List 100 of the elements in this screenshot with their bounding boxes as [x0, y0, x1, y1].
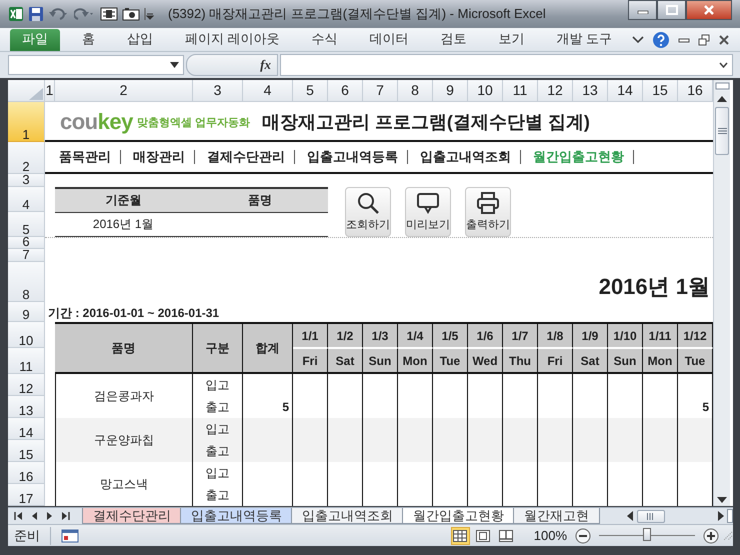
sheet-tab[interactable]: 입출고내역조회 — [291, 508, 404, 524]
table-cell — [468, 440, 503, 462]
row-header[interactable]: 17 — [8, 484, 45, 506]
ribbon-collapse-icon[interactable] — [632, 35, 644, 46]
split-handle-icon[interactable] — [727, 509, 733, 524]
row-header[interactable]: 3 — [8, 174, 45, 188]
ribbon-tab[interactable]: 페이지 레이아웃 — [169, 29, 296, 52]
last-sheet-icon[interactable] — [61, 512, 70, 520]
sheet-tab[interactable]: 입출고내역등록 — [180, 508, 293, 524]
table-cell — [293, 440, 328, 462]
weekday-header: Sat — [573, 348, 608, 374]
scroll-right-icon[interactable] — [717, 511, 724, 522]
column-header[interactable]: 6 — [328, 80, 363, 102]
normal-view-button[interactable] — [450, 526, 470, 545]
column-header[interactable]: 14 — [608, 80, 643, 102]
row-header[interactable]: 5 — [8, 212, 45, 238]
row-header[interactable]: 14 — [8, 418, 45, 440]
nav-link[interactable]: 결제수단관리 — [207, 148, 294, 166]
zoom-slider-thumb[interactable] — [643, 528, 651, 542]
nav-link[interactable]: 입출고내역조회 — [420, 148, 520, 166]
sheet-record-icon[interactable] — [61, 528, 79, 544]
close-icon[interactable] — [718, 34, 730, 46]
column-header[interactable]: 16 — [678, 80, 713, 102]
close-button[interactable] — [686, 0, 732, 20]
sheet-tab[interactable]: 월간입출고현황 — [402, 508, 515, 524]
zoom-out-icon[interactable] — [575, 528, 591, 544]
scroll-thumb[interactable] — [637, 510, 665, 523]
row-header[interactable]: 12 — [8, 374, 45, 396]
column-header[interactable]: 13 — [573, 80, 608, 102]
column-header[interactable]: 8 — [398, 80, 433, 102]
table-cell — [433, 440, 468, 462]
next-sheet-icon[interactable] — [46, 512, 53, 520]
ribbon-tab[interactable]: 데이터 — [354, 29, 425, 52]
nav-link[interactable]: 입출고내역등록 — [307, 148, 407, 166]
restore-icon[interactable] — [698, 34, 710, 46]
date-header: 1/11 — [643, 322, 678, 348]
expand-icon[interactable] — [719, 62, 728, 68]
row-header[interactable]: 2 — [8, 142, 45, 174]
save-icon[interactable] — [28, 6, 44, 22]
undo-icon[interactable] — [48, 6, 70, 22]
split-handle-icon[interactable] — [714, 82, 730, 90]
ribbon-tab[interactable]: 보기 — [482, 29, 541, 52]
print-button[interactable]: 출력하기 — [465, 186, 511, 237]
scroll-down-icon[interactable] — [717, 497, 727, 504]
ribbon-tab[interactable]: 홈 — [66, 29, 111, 52]
row-header[interactable]: 4 — [8, 187, 45, 212]
row-header[interactable]: 16 — [8, 462, 45, 484]
scroll-up-icon[interactable] — [717, 95, 727, 102]
sheet-tab[interactable]: 결제수단관리 — [82, 508, 182, 524]
resize-grip-icon[interactable] — [723, 530, 733, 541]
previous-sheet-icon[interactable] — [31, 512, 38, 520]
search-icon — [356, 191, 380, 216]
row-header[interactable]: 13 — [8, 396, 45, 418]
sheet-tab[interactable]: 월간재고현 — [513, 508, 600, 524]
file-tab[interactable]: 파일 — [10, 29, 60, 52]
nav-link[interactable]: 매장관리 — [133, 148, 194, 166]
preview-button[interactable]: 미리보기 — [405, 186, 451, 237]
column-header[interactable]: 10 — [468, 80, 503, 102]
first-sheet-icon[interactable] — [14, 512, 23, 520]
ribbon-tab[interactable]: 검토 — [424, 29, 483, 52]
column-header[interactable]: 5 — [293, 80, 328, 102]
help-icon[interactable] — [652, 31, 670, 50]
minimize-button[interactable] — [628, 0, 657, 20]
column-header[interactable]: 3 — [193, 80, 243, 102]
row-header[interactable]: 15 — [8, 440, 45, 462]
row-header[interactable]: 8 — [8, 262, 45, 302]
row-header[interactable]: 6 — [8, 237, 45, 250]
row-header[interactable]: 10 — [8, 322, 45, 348]
column-header[interactable]: 11 — [503, 80, 538, 102]
column-header[interactable]: 4 — [243, 80, 293, 102]
table-cell — [243, 418, 293, 440]
excel-icon[interactable] — [8, 6, 24, 22]
ribbon-tab[interactable]: 개발 도구 — [540, 29, 628, 52]
dropdown-icon[interactable] — [170, 62, 179, 68]
row-header[interactable]: 9 — [8, 302, 45, 322]
scroll-thumb[interactable] — [715, 107, 729, 156]
customize-icon[interactable] — [144, 6, 154, 22]
nav-link[interactable]: 품목관리 — [59, 148, 120, 166]
column-header[interactable]: 12 — [538, 80, 573, 102]
insert-function-button[interactable]: fx — [186, 54, 278, 76]
row-header[interactable]: 1 — [8, 102, 45, 142]
zoom-in-icon[interactable] — [703, 528, 719, 544]
ribbon-tab[interactable]: 삽입 — [111, 29, 169, 52]
formula-field[interactable] — [280, 54, 733, 76]
maximize-button[interactable] — [657, 0, 686, 20]
form-icon[interactable] — [100, 6, 118, 22]
month-field[interactable]: 2016년 1월 — [55, 216, 192, 234]
column-header[interactable]: 15 — [643, 80, 678, 102]
zoom-level[interactable]: 100% — [534, 528, 567, 544]
scroll-left-icon[interactable] — [627, 511, 634, 522]
column-header[interactable]: 7 — [363, 80, 398, 102]
search-button[interactable]: 조회하기 — [345, 186, 391, 237]
column-header[interactable]: 2 — [55, 80, 193, 102]
ribbon-tab[interactable]: 수식 — [296, 29, 354, 52]
column-header[interactable]: 9 — [433, 80, 468, 102]
date-header: 1/7 — [503, 322, 538, 348]
camera-icon[interactable] — [122, 6, 140, 22]
column-header[interactable]: 1 — [45, 80, 55, 102]
row-header[interactable]: 11 — [8, 348, 45, 374]
row-header[interactable]: 7 — [8, 249, 45, 262]
